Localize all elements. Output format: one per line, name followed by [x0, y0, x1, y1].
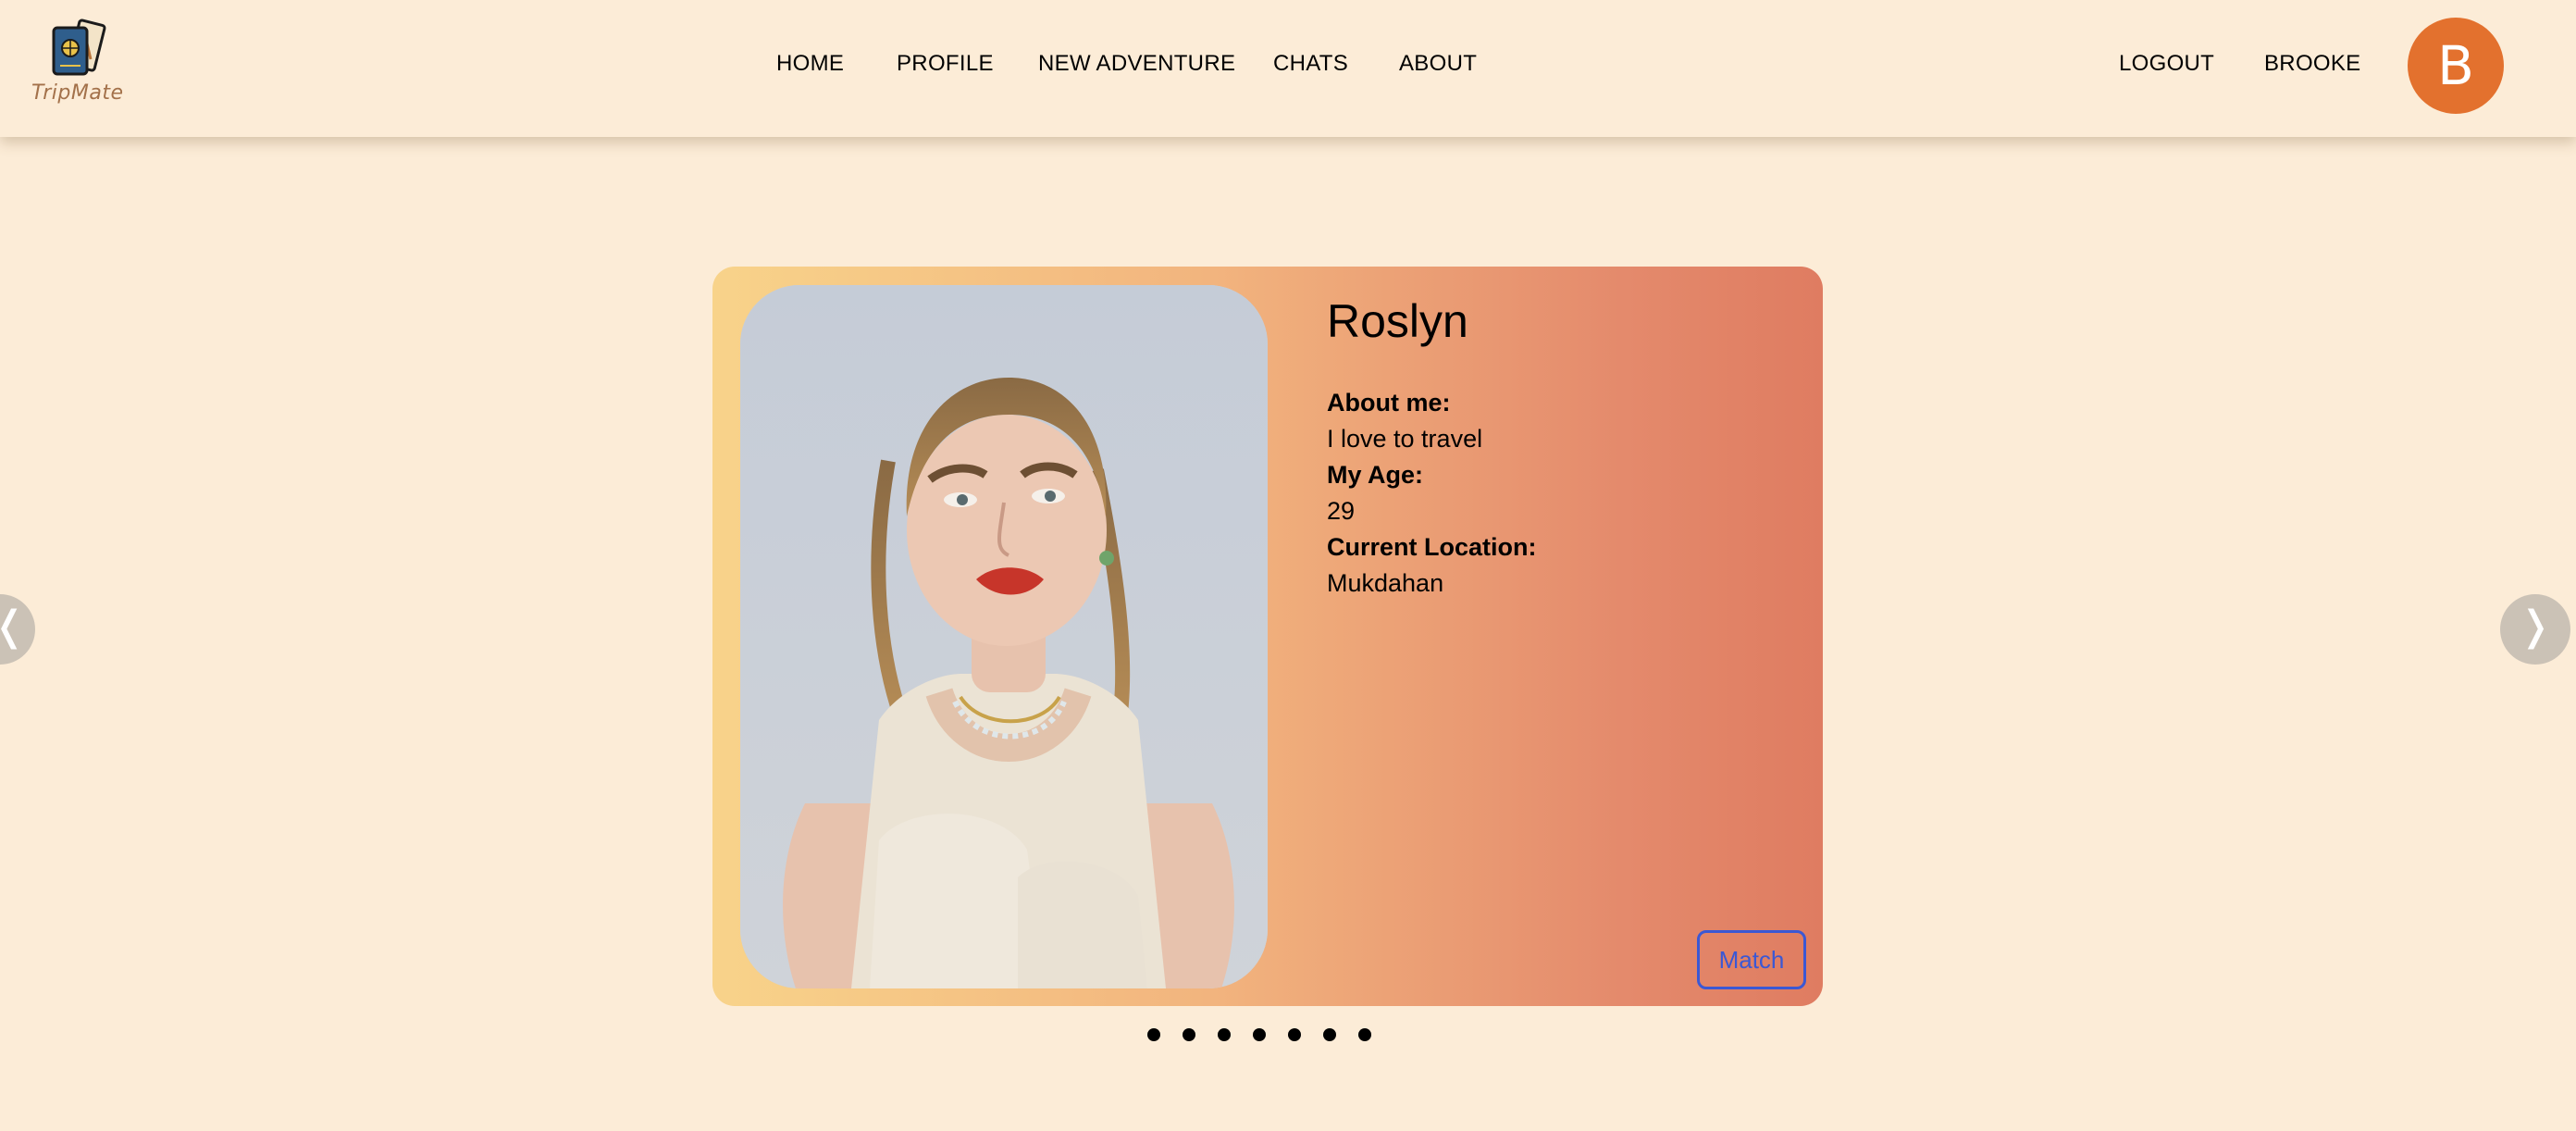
profile-photo-illustration [740, 285, 1268, 988]
profile-name: Roslyn [1327, 295, 1468, 347]
nav-item-chats[interactable]: CHATS [1273, 51, 1348, 77]
carousel-dot[interactable] [1253, 1028, 1266, 1041]
carousel-dot[interactable] [1183, 1028, 1195, 1041]
nav-item-about[interactable]: ABOUT [1399, 51, 1477, 77]
carousel-dot[interactable] [1358, 1028, 1371, 1041]
carousel-dot[interactable] [1323, 1028, 1336, 1041]
chevron-right-icon: ❭ [2518, 603, 2553, 650]
user-avatar[interactable]: B [2408, 18, 2504, 114]
chevron-left-icon: ❬ [0, 603, 26, 650]
top-nav-bar: TripMate HOME PROFILE NEW ADVENTURE CHAT… [0, 0, 2576, 137]
carousel-dot[interactable] [1288, 1028, 1301, 1041]
location-value: Mukdahan [1327, 569, 1444, 597]
nav-item-home[interactable]: HOME [776, 51, 844, 77]
profile-card: Roslyn About me: I love to travel My Age… [712, 267, 1823, 1006]
nav-item-profile[interactable]: PROFILE [897, 51, 994, 77]
about-value: I love to travel [1327, 425, 1483, 453]
about-label: About me: [1327, 389, 1451, 416]
age-value: 29 [1327, 497, 1356, 525]
profile-photo [740, 285, 1268, 988]
carousel-dot[interactable] [1218, 1028, 1231, 1041]
logout-link[interactable]: LOGOUT [2119, 51, 2214, 77]
age-label: My Age: [1327, 461, 1424, 489]
carousel-prev-button[interactable]: ❬ [0, 594, 35, 665]
carousel-next-button[interactable]: ❭ [2500, 594, 2570, 665]
username-link[interactable]: BROOKE [2264, 51, 2361, 77]
location-label: Current Location: [1327, 533, 1537, 561]
match-button[interactable]: Match [1697, 930, 1806, 989]
main-nav: HOME PROFILE NEW ADVENTURE CHATS ABOUT L… [0, 51, 2576, 88]
nav-item-new-adventure[interactable]: NEW ADVENTURE [1038, 51, 1235, 77]
profile-info: Roslyn About me: I love to travel My Age… [1327, 294, 1790, 602]
carousel-dot[interactable] [1147, 1028, 1160, 1041]
